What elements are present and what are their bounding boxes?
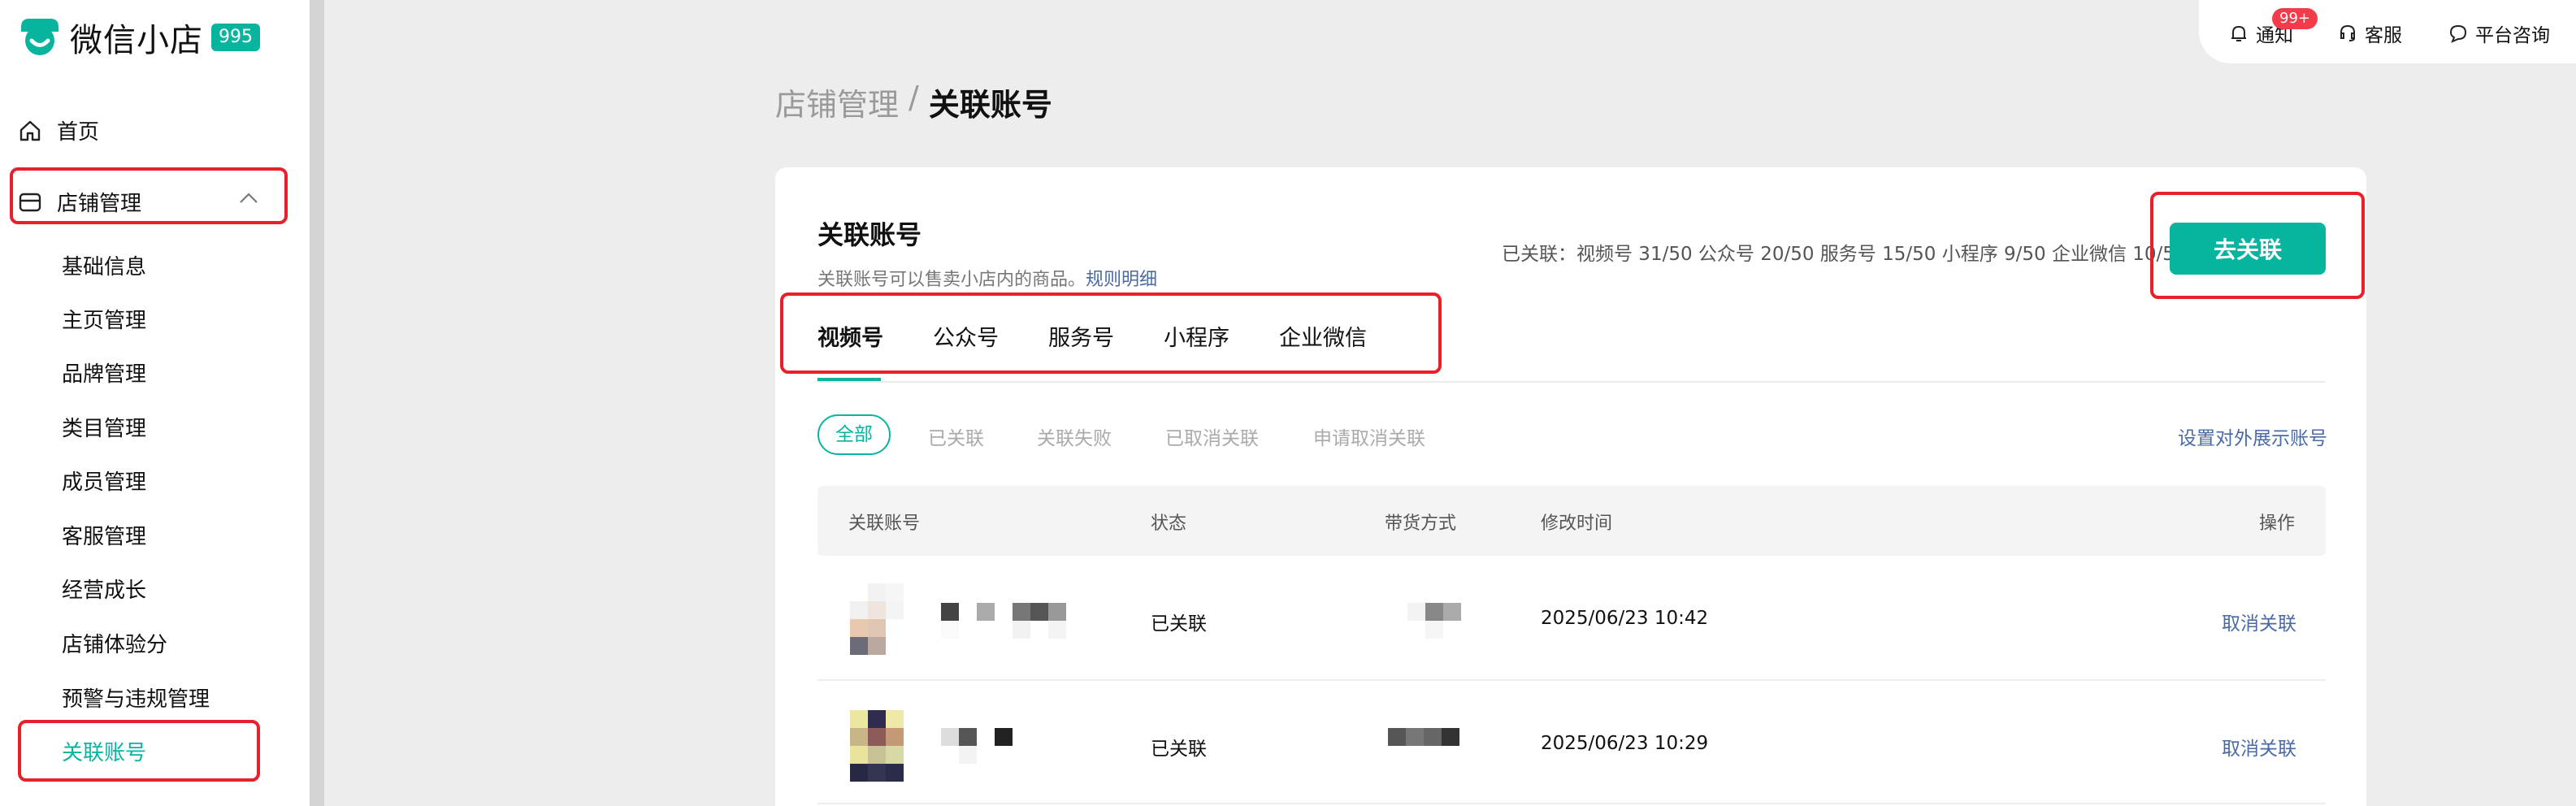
app-logo-badge: 995 [211, 24, 260, 51]
column-header-selling-mode: 带货方式 [1385, 514, 1457, 534]
sidebar-scrollbar[interactable] [310, 0, 324, 806]
tabs-divider [817, 381, 2326, 383]
home-icon [20, 120, 41, 141]
card-description-text: 关联账号可以售卖小店内的商品。 [817, 270, 1086, 290]
chat-bubble-icon [2449, 24, 2467, 43]
cancel-link-button[interactable]: 取消关联 [2222, 733, 2296, 760]
column-header-action: 操作 [2259, 514, 2296, 534]
app-logo[interactable]: 微信小店 995 [18, 15, 260, 60]
highlight-box-store-management [10, 167, 288, 224]
card-description: 关联账号可以售卖小店内的商品。规则明细 [817, 265, 1157, 291]
sidebar-item-warnings[interactable]: 预警与违规管理 [62, 682, 210, 713]
set-display-account-link[interactable]: 设置对外展示账号 [2178, 422, 2327, 450]
sidebar-item-members[interactable]: 成员管理 [62, 466, 146, 496]
app-logo-text: 微信小店 [70, 22, 203, 59]
customer-service-label: 客服 [2365, 25, 2402, 46]
sidebar-item-basic-info[interactable]: 基础信息 [62, 250, 146, 280]
store-logo-icon [21, 19, 59, 55]
breadcrumb-parent[interactable]: 店铺管理 [775, 80, 899, 124]
column-header-account: 关联账号 [848, 514, 921, 534]
sidebar-item-customer-service[interactable]: 客服管理 [62, 520, 146, 550]
sidebar-item-homepage[interactable]: 主页管理 [62, 304, 146, 334]
filter-linked[interactable]: 已关联 [928, 422, 984, 450]
row-divider [817, 679, 2326, 681]
notification-badge: 99+ [2272, 8, 2318, 29]
sidebar-item-brand[interactable]: 品牌管理 [62, 358, 146, 388]
row-modified-time: 2025/06/23 10:29 [1541, 733, 1709, 754]
cancel-link-button[interactable]: 取消关联 [2222, 608, 2296, 635]
row-divider [817, 803, 2326, 804]
filter-failed[interactable]: 关联失败 [1037, 422, 1112, 450]
breadcrumb-current: 关联账号 [928, 87, 1052, 123]
highlight-box-link-button [2150, 192, 2365, 299]
sidebar-item-growth[interactable]: 经营成长 [62, 574, 146, 604]
sidebar-item-label: 首页 [57, 120, 100, 145]
sidebar-item-experience-score[interactable]: 店铺体验分 [62, 628, 167, 658]
row-status: 已关联 [1151, 739, 1207, 760]
linked-stats: 已关联：视频号 31/50 公众号 20/50 服务号 15/50 小程序 9/… [1502, 244, 2187, 265]
sidebar-item-category[interactable]: 类目管理 [62, 412, 146, 442]
column-header-status: 状态 [1151, 514, 1187, 534]
bell-icon [2231, 25, 2246, 41]
platform-consult-label: 平台咨询 [2475, 25, 2550, 46]
card-title: 关联账号 [817, 219, 922, 250]
highlight-box-linked-accounts [18, 720, 260, 782]
customer-service-button[interactable]: 客服 [2337, 20, 2402, 47]
highlight-box-tabs [780, 292, 1442, 374]
platform-consult-button[interactable]: 平台咨询 [2448, 20, 2550, 47]
filter-cancelled[interactable]: 已取消关联 [1165, 422, 1259, 450]
breadcrumb-separator: / [909, 80, 919, 115]
headset-icon [2340, 24, 2355, 41]
filter-all[interactable]: 全部 [817, 414, 891, 455]
row-modified-time: 2025/06/23 10:42 [1541, 608, 1709, 629]
rules-link[interactable]: 规则明细 [1086, 270, 1157, 290]
breadcrumb: 店铺管理 / 关联账号 [775, 80, 1052, 124]
sidebar-item-home[interactable]: 首页 [18, 115, 99, 145]
filter-cancel-requested[interactable]: 申请取消关联 [1313, 422, 1425, 450]
column-header-modified-time: 修改时间 [1541, 514, 1613, 534]
row-status: 已关联 [1151, 613, 1207, 635]
